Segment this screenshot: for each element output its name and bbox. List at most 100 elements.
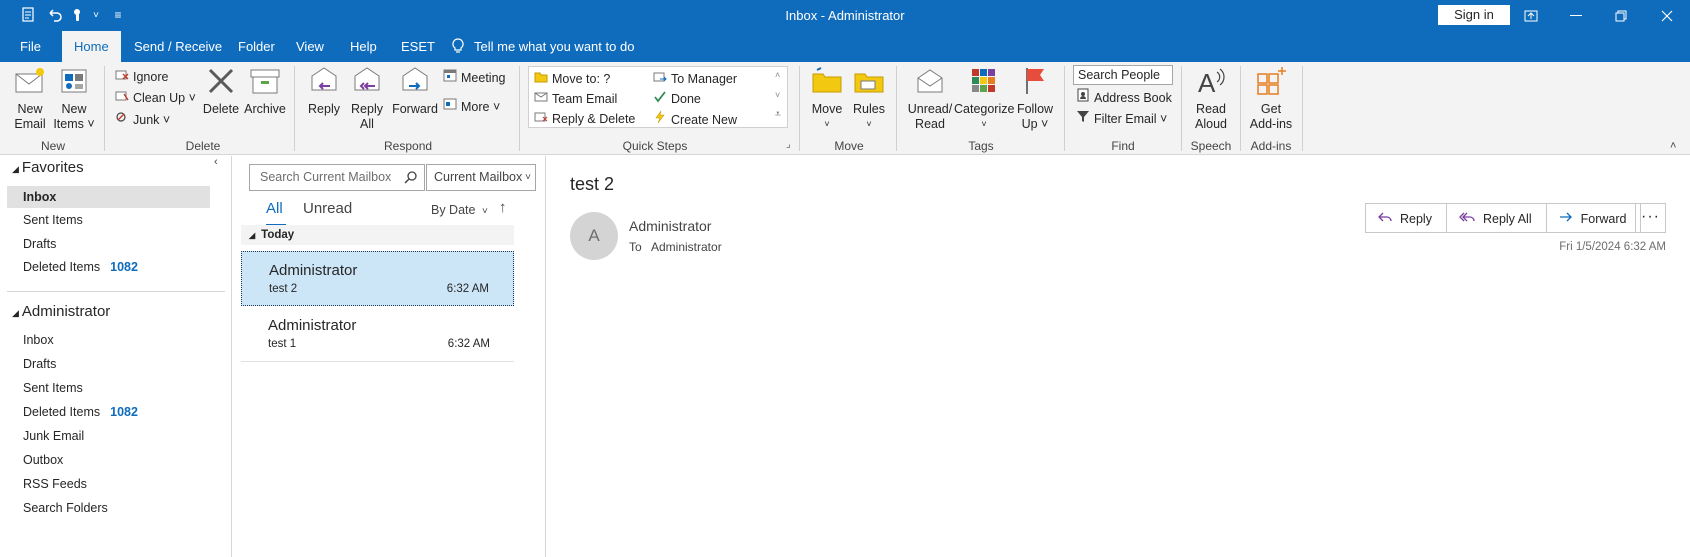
search-people-input[interactable]: Search People (1073, 65, 1173, 85)
filter-unread-tab[interactable]: Unread (303, 200, 352, 217)
quick-steps-scroll-down-icon[interactable]: ˅ (775, 86, 780, 104)
rules-button[interactable]: Rules ˅ (850, 64, 888, 132)
collapse-ribbon-icon[interactable]: ˄ (1670, 140, 1676, 152)
quick-step-reply-delete-label: Reply & Delete (552, 112, 636, 126)
folder-item-outbox[interactable]: Outbox (7, 449, 210, 471)
more-respond-label: More ˅ (461, 100, 501, 114)
folder-item-sent-items[interactable]: Sent Items (7, 377, 210, 399)
quick-steps-scroll-up-icon[interactable]: ˄ (775, 66, 780, 84)
more-actions-button[interactable]: ··· (1635, 203, 1666, 233)
outlook-window: ˅ ≡ Inbox - Administrator Sign in File H… (0, 0, 1690, 557)
group-label-respond: Respond (384, 139, 433, 153)
ribbon-display-options-icon[interactable] (1508, 0, 1554, 31)
search-scope-dropdown[interactable]: Current Mailbox ˅ (426, 164, 536, 191)
message-subject: test 2 (269, 283, 298, 295)
account-header[interactable]: ◢ Administrator (12, 303, 110, 320)
folder-item-search-folders[interactable]: Search Folders (7, 497, 210, 519)
tab-send-receive[interactable]: Send / Receive (124, 31, 232, 62)
avatar[interactable]: A (570, 212, 618, 260)
close-icon[interactable] (1644, 0, 1690, 31)
message-time: 6:32 AM (446, 283, 489, 295)
forward-button[interactable]: Forward (1547, 204, 1641, 232)
tab-file[interactable]: File (10, 31, 51, 62)
forward-icon (1559, 204, 1573, 232)
delete-button[interactable]: Delete (200, 64, 242, 117)
group-header-today[interactable]: ◢ Today (241, 225, 514, 245)
sort-direction-icon[interactable]: ↑ (499, 199, 507, 216)
favorites-item-sent-items[interactable]: Sent Items (7, 209, 210, 231)
search-mailbox-input[interactable]: Search Current Mailbox (249, 164, 425, 191)
follow-up-button[interactable]: Follow Up ˅ (1014, 64, 1056, 132)
tab-view[interactable]: View (286, 31, 334, 62)
folder-item-junk-email[interactable]: Junk Email (7, 425, 210, 447)
get-addins-button[interactable]: Get Add-ins (1246, 64, 1296, 132)
tell-me-search[interactable]: Tell me what you want to do (452, 31, 634, 62)
touch-mode-icon[interactable] (68, 5, 88, 25)
unread-read-button[interactable]: Unread/ Read (905, 64, 955, 132)
favorites-item-drafts[interactable]: Drafts (7, 233, 210, 255)
quick-step-team-email[interactable]: Team Email (533, 90, 617, 108)
message-row[interactable]: Administrator test 1 6:32 AM (241, 307, 514, 362)
quick-step-reply-delete[interactable]: Reply & Delete (533, 110, 635, 128)
quick-step-to-manager[interactable]: To Manager (652, 70, 737, 88)
chevron-down-icon: ˅ (525, 172, 531, 183)
folder-item-rss-feeds[interactable]: RSS Feeds (7, 473, 210, 495)
more-respond-button[interactable]: More ˅ (442, 97, 500, 115)
quick-step-move-to[interactable]: Move to: ? (533, 70, 610, 88)
ignore-button[interactable]: Ignore (114, 68, 168, 86)
tab-folder[interactable]: Folder (228, 31, 285, 62)
quick-steps-expand-icon[interactable]: ⩡ (775, 106, 781, 124)
favorites-item-deleted-items[interactable]: Deleted Items 1082 (7, 256, 210, 278)
sort-by-dropdown[interactable]: By Date ˅ (431, 203, 488, 217)
minimize-icon[interactable] (1553, 0, 1599, 31)
unread-count-badge: 1082 (110, 260, 138, 274)
address-book-label: Address Book (1094, 91, 1172, 105)
favorites-item-inbox[interactable]: Inbox (7, 186, 210, 208)
customize-toolbar-icon[interactable]: ≡ (108, 5, 128, 25)
message-row[interactable]: Administrator test 2 6:32 AM (241, 251, 514, 306)
touch-mode-dropdown-icon[interactable]: ˅ (86, 5, 106, 25)
folder-item-drafts[interactable]: Drafts (7, 353, 210, 375)
group-label-new: New (40, 139, 65, 153)
new-items-button[interactable]: New Items ˅ (52, 64, 96, 132)
new-email-button[interactable]: New Email (10, 64, 50, 132)
address-book-button[interactable]: Address Book (1075, 88, 1172, 106)
meeting-button[interactable]: Meeting (442, 68, 505, 86)
categorize-button[interactable]: Categorize ˅ (954, 64, 1014, 132)
favorites-header[interactable]: ◢ Favorites (12, 159, 84, 176)
archive-button[interactable]: Archive (243, 64, 287, 117)
sign-in-button[interactable]: Sign in (1438, 5, 1510, 25)
group-header-label: Today (261, 229, 295, 241)
quick-steps-dialog-launcher-icon[interactable]: ⌟ (786, 136, 791, 154)
ribbon-separator (1064, 66, 1065, 151)
filter-email-button[interactable]: Filter Email ˅ (1075, 109, 1167, 127)
reply-all-button[interactable]: Reply All (1447, 204, 1547, 232)
tab-eset[interactable]: ESET (391, 31, 445, 62)
send-receive-all-icon[interactable] (19, 5, 39, 25)
restore-icon[interactable] (1598, 0, 1644, 31)
clean-up-button[interactable]: Clean Up ˅ (114, 89, 196, 107)
folder-item-inbox[interactable]: Inbox (7, 329, 210, 351)
quick-step-done[interactable]: Done (652, 90, 701, 108)
junk-button[interactable]: Junk ˅ (114, 110, 170, 128)
reply-button[interactable]: Reply (1366, 204, 1447, 232)
reply-button[interactable]: Reply (305, 64, 343, 117)
undo-icon[interactable] (45, 5, 65, 25)
tab-help[interactable]: Help (340, 31, 387, 62)
ribbon-separator (1181, 66, 1182, 151)
move-button[interactable]: Move ˅ (808, 64, 846, 132)
tab-home[interactable]: Home (62, 31, 121, 62)
forward-button[interactable]: Forward (392, 64, 438, 117)
search-icon[interactable] (404, 165, 418, 190)
folder-item-deleted-items[interactable]: Deleted Items 1082 (7, 401, 210, 423)
read-aloud-button[interactable]: A Read Aloud (1188, 64, 1234, 132)
filter-all-tab[interactable]: All (266, 200, 283, 217)
sender-name[interactable]: Administrator (629, 218, 711, 234)
recipient-name[interactable]: Administrator (651, 240, 722, 254)
unread-read-icon (913, 64, 947, 98)
quick-step-create-new[interactable]: Create New (652, 110, 737, 128)
collapse-folder-pane-icon[interactable]: ‹ (214, 156, 218, 168)
delete-icon (204, 64, 238, 98)
ribbon-separator (1240, 66, 1241, 151)
reply-all-button[interactable]: Reply All (348, 64, 386, 132)
